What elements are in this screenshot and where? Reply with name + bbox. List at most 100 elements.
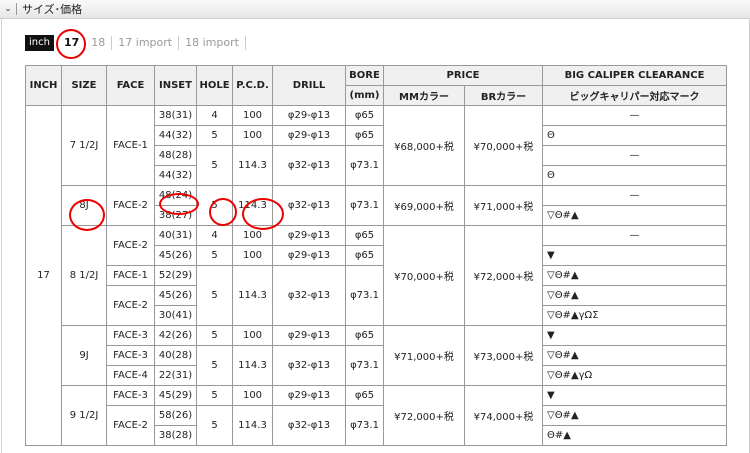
inset-cell: 44(32): [154, 165, 197, 186]
clearance-cell: —: [542, 225, 727, 246]
pcd-cell: 100: [232, 245, 273, 266]
hole-cell: 4: [196, 105, 233, 126]
drill-cell: φ32-φ13: [272, 345, 346, 386]
clearance-cell: Θ#▲: [542, 425, 727, 446]
tab-18-import[interactable]: 18 import: [179, 36, 246, 50]
hole-cell: 5: [196, 245, 233, 266]
drill-cell: φ32-φ13: [272, 185, 346, 226]
face-cell: FACE-2: [106, 225, 155, 266]
inset-cell: 58(26): [154, 405, 197, 426]
clearance-cell: ▽Θ#▲: [542, 205, 727, 226]
tab-17[interactable]: 17: [58, 36, 85, 50]
inset-cell: 40(31): [154, 225, 197, 246]
br-price-cell: ¥70,000+税: [464, 105, 543, 186]
section-header[interactable]: ⌄ サイズ･価格: [0, 0, 750, 19]
chevron-down-icon[interactable]: ⌄: [0, 4, 16, 14]
clearance-cell: ▽Θ#▲: [542, 405, 727, 426]
header-face: FACE: [106, 65, 155, 106]
clearance-cell: —: [542, 145, 727, 166]
table-row: 9 1/2J FACE-3 45(29) 5 100 φ29-φ13 φ65 ¥…: [26, 385, 727, 446]
bore-cell: φ65: [345, 125, 384, 146]
inch-tabs: inch 17 18 17 import 18 import: [25, 35, 246, 51]
pcd-cell: 100: [232, 105, 273, 126]
inset-cell: 52(29): [154, 265, 197, 286]
pcd-cell: 100: [232, 225, 273, 246]
inset-cell: 45(29): [154, 385, 197, 406]
inset-cell: 38(27): [154, 205, 197, 226]
hole-cell: 5: [196, 385, 233, 406]
br-price-cell: ¥72,000+税: [464, 225, 543, 326]
bore-cell: φ65: [345, 225, 384, 246]
mm-price-cell: ¥68,000+税: [383, 105, 465, 186]
bore-cell: φ73.1: [345, 145, 384, 186]
header-bore: BORE: [345, 65, 384, 86]
hole-cell: 5: [196, 345, 233, 386]
pcd-cell: 114.3: [232, 265, 273, 326]
mm-price-cell: ¥69,000+税: [383, 185, 465, 226]
section-title: サイズ･価格: [22, 3, 83, 16]
clearance-cell: —: [542, 105, 727, 126]
clearance-cell: ▼: [542, 325, 727, 346]
header-pcd: P.C.D.: [232, 65, 273, 106]
inset-cell: 48(24): [154, 185, 197, 206]
size-cell: 9 1/2J: [61, 385, 107, 446]
hole-cell: 4: [196, 225, 233, 246]
pcd-cell: 100: [232, 125, 273, 146]
clearance-cell: ▽Θ#▲γΩ: [542, 365, 727, 386]
bore-cell: φ65: [345, 105, 384, 126]
mm-price-cell: ¥70,000+税: [383, 225, 465, 326]
header-clearance-sub: ビッグキャリパー対応マーク: [542, 85, 727, 106]
inset-cell: 38(31): [154, 105, 197, 126]
drill-cell: φ29-φ13: [272, 325, 346, 346]
size-cell: 8J: [61, 185, 107, 226]
table-row: 17 7 1/2J FACE-1 38(31) 4 100 φ29-φ13 φ6…: [25, 105, 727, 446]
tab-inch: inch: [25, 35, 54, 51]
table-row: FACE-2 58(26) 5 114.3 φ32-φ13 φ73.1 ▽Θ#▲: [26, 405, 727, 446]
header-inset: INSET: [154, 65, 197, 106]
header-size: SIZE: [61, 65, 107, 106]
hole-cell: 5: [196, 125, 233, 146]
header-br-color: BRカラー: [464, 85, 543, 106]
size-price-table: INCH SIZE FACE INSET HOLE P.C.D. DRILL B…: [25, 65, 727, 446]
header-drill: DRILL: [272, 65, 346, 106]
inset-cell: 22(31): [154, 365, 197, 386]
size-cell: 7 1/2J: [61, 105, 107, 186]
face-cell: FACE-3: [106, 345, 155, 366]
tab-17-import[interactable]: 17 import: [112, 36, 180, 50]
bore-cell: φ73.1: [345, 405, 384, 446]
tab-18[interactable]: 18: [85, 36, 113, 50]
clearance-cell: ▽Θ#▲: [542, 285, 727, 306]
drill-cell: φ32-φ13: [272, 265, 346, 326]
br-price-cell: ¥74,000+税: [464, 385, 543, 446]
header-inch: INCH: [25, 65, 62, 106]
pcd-cell: 100: [232, 385, 273, 406]
clearance-cell: ▽Θ#▲: [542, 265, 727, 286]
bore-cell: φ65: [345, 245, 384, 266]
bore-cell: φ73.1: [345, 345, 384, 386]
size-cell: 8 1/2J: [61, 225, 107, 326]
drill-cell: φ29-φ13: [272, 225, 346, 246]
inset-cell: 44(32): [154, 125, 197, 146]
face-cell: FACE-3: [106, 325, 155, 346]
br-price-cell: ¥73,000+税: [464, 325, 543, 386]
hole-cell: 5: [196, 185, 233, 226]
inset-cell: 45(26): [154, 285, 197, 306]
clearance-cell: ▼: [542, 245, 727, 266]
drill-cell: φ29-φ13: [272, 385, 346, 406]
clearance-cell: Θ: [542, 165, 727, 186]
face-cell: FACE-2: [106, 285, 155, 326]
mm-price-cell: ¥71,000+税: [383, 325, 465, 386]
mm-price-cell: ¥72,000+税: [383, 385, 465, 446]
pcd-cell: 114.3: [232, 345, 273, 386]
br-price-cell: ¥71,000+税: [464, 185, 543, 226]
size-cell: 9J: [61, 325, 107, 386]
inset-cell: 48(28): [154, 145, 197, 166]
drill-cell: φ32-φ13: [272, 145, 346, 186]
pcd-cell: 114.3: [232, 145, 273, 186]
clearance-cell: ▽Θ#▲: [542, 345, 727, 366]
bore-cell: φ73.1: [345, 265, 384, 326]
inset-cell: 40(28): [154, 345, 197, 366]
face-cell: FACE-1: [106, 105, 155, 186]
drill-cell: φ29-φ13: [272, 125, 346, 146]
face-cell: FACE-3: [106, 385, 155, 406]
